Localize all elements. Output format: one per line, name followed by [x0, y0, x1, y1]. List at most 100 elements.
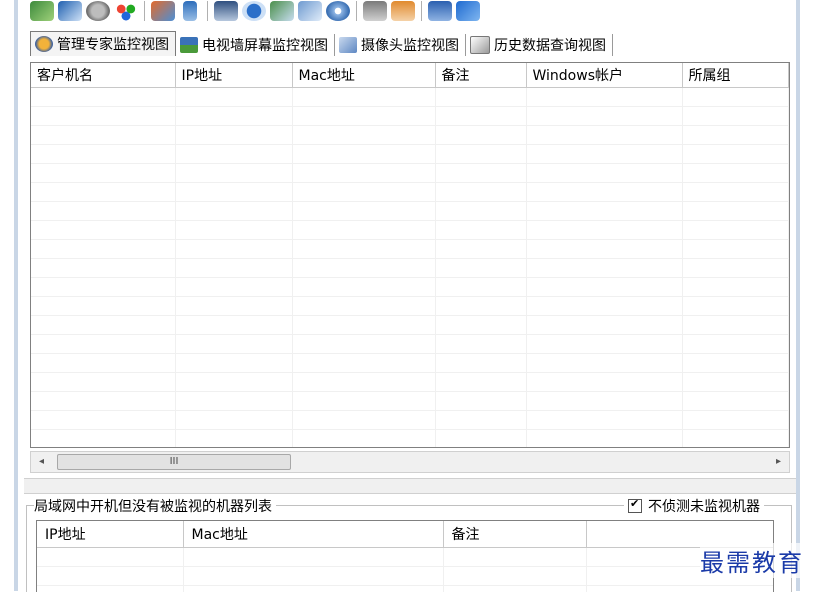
table-cell	[292, 240, 435, 259]
checkbox-checked-icon[interactable]	[628, 499, 642, 513]
gear-icon[interactable]	[86, 1, 110, 21]
table-cell	[526, 297, 682, 316]
table-cell	[31, 202, 175, 221]
client-table[interactable]: 客户机名 IP地址 Mac地址 备注 Windows帐户 所属组	[30, 62, 790, 448]
table-cell	[435, 373, 526, 392]
table-cell	[31, 221, 175, 240]
magnifier-icon[interactable]	[270, 1, 294, 21]
network-icon[interactable]	[242, 1, 266, 21]
column-header-client-name[interactable]: 客户机名	[31, 63, 175, 88]
scroll-left-icon[interactable]: ◂	[39, 456, 44, 467]
scroll-right-icon[interactable]: ▸	[776, 456, 781, 467]
table-row[interactable]	[31, 373, 788, 392]
tab-label: 电视墙屏幕监控视图	[202, 35, 328, 55]
table-row[interactable]	[31, 278, 788, 297]
panel-splitter[interactable]	[24, 478, 796, 494]
table-row[interactable]	[31, 107, 788, 126]
table-cell	[682, 183, 788, 202]
person-icon[interactable]	[391, 1, 415, 21]
monitor-icon[interactable]	[214, 1, 238, 21]
copy-icon[interactable]	[298, 1, 322, 21]
table-cell	[292, 221, 435, 240]
table-cell	[435, 145, 526, 164]
table-cell	[292, 335, 435, 354]
table-cell	[526, 107, 682, 126]
disc-icon[interactable]	[326, 1, 350, 21]
table-row[interactable]	[31, 259, 788, 278]
flower-icon[interactable]	[114, 1, 138, 21]
window-icon[interactable]	[58, 1, 82, 21]
cart-icon[interactable]	[428, 1, 452, 21]
column-header-ip[interactable]: IP地址	[37, 521, 183, 548]
table-cell	[435, 221, 526, 240]
picture-icon	[180, 37, 198, 53]
table-row[interactable]	[31, 183, 788, 202]
table-cell	[682, 164, 788, 183]
tab-history[interactable]: 历史数据查询视图	[466, 34, 613, 56]
camera-icon	[339, 37, 357, 53]
table-cell	[682, 411, 788, 430]
table-row[interactable]	[31, 88, 788, 107]
table-cell	[175, 107, 292, 126]
checkbox-label: 不侦测未监视机器	[648, 496, 760, 516]
column-header-windows-account[interactable]: Windows帐户	[526, 63, 682, 88]
table-cell	[183, 567, 443, 586]
table-row[interactable]	[31, 430, 788, 449]
table-cell	[682, 335, 788, 354]
column-header-note[interactable]: 备注	[443, 521, 586, 548]
table-row[interactable]	[31, 335, 788, 354]
table-cell	[292, 183, 435, 202]
edit-icon[interactable]	[30, 1, 54, 21]
scrollbar-thumb[interactable]: III	[57, 454, 291, 470]
column-header-group[interactable]: 所属组	[682, 63, 788, 88]
table-row[interactable]	[31, 164, 788, 183]
column-header-note[interactable]: 备注	[435, 63, 526, 88]
unmonitored-table[interactable]: IP地址 Mac地址 备注	[36, 520, 774, 592]
table-cell	[31, 373, 175, 392]
table-cell	[31, 316, 175, 335]
server-icon[interactable]	[363, 1, 387, 21]
tab-camera[interactable]: 摄像头监控视图	[335, 34, 466, 56]
table-row[interactable]	[31, 411, 788, 430]
tab-tv-wall[interactable]: 电视墙屏幕监控视图	[176, 34, 335, 56]
table-row[interactable]	[37, 548, 773, 567]
table-cell	[682, 240, 788, 259]
table-row[interactable]	[31, 316, 788, 335]
table-cell	[175, 240, 292, 259]
table-cell	[435, 297, 526, 316]
table-row[interactable]	[31, 392, 788, 411]
table-cell	[292, 202, 435, 221]
table-cell	[526, 202, 682, 221]
table-cell	[682, 88, 788, 107]
table-cell	[435, 259, 526, 278]
skip-detect-checkbox[interactable]: 不侦测未监视机器	[624, 496, 764, 516]
table-row[interactable]	[37, 567, 773, 586]
usb-icon[interactable]	[183, 1, 197, 21]
column-header-ip[interactable]: IP地址	[175, 63, 292, 88]
table-cell	[37, 548, 183, 567]
table-cell	[31, 297, 175, 316]
table-row[interactable]	[37, 586, 773, 592]
table-row[interactable]	[31, 240, 788, 259]
users-icon[interactable]	[151, 1, 175, 21]
table-cell	[31, 145, 175, 164]
horizontal-scrollbar[interactable]: ◂ III ▸	[30, 451, 790, 473]
table-cell	[435, 88, 526, 107]
table-row[interactable]	[31, 354, 788, 373]
table-row[interactable]	[31, 145, 788, 164]
table-cell	[682, 316, 788, 335]
table-row[interactable]	[31, 126, 788, 145]
window-frame-left	[0, 0, 18, 591]
table-cell	[31, 392, 175, 411]
table-cell	[31, 335, 175, 354]
tab-expert-monitor[interactable]: 管理专家监控视图	[30, 31, 176, 56]
table-row[interactable]	[31, 221, 788, 240]
table-row[interactable]	[31, 297, 788, 316]
column-header-mac[interactable]: Mac地址	[292, 63, 435, 88]
exit-icon[interactable]	[456, 1, 480, 21]
table-cell	[175, 297, 292, 316]
table-row[interactable]	[31, 202, 788, 221]
table-cell	[682, 278, 788, 297]
column-header-mac[interactable]: Mac地址	[183, 521, 443, 548]
table-cell	[526, 354, 682, 373]
